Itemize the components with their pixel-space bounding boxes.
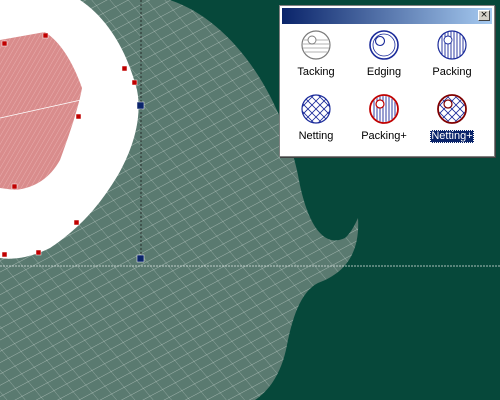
node (35, 249, 42, 256)
edging-icon (369, 30, 399, 60)
packing-plus-icon (369, 94, 399, 124)
tool-packing-plus[interactable]: Packing+ (351, 92, 417, 148)
node (42, 32, 49, 39)
selection-handle[interactable] (136, 254, 145, 263)
close-button[interactable]: × (478, 10, 490, 21)
node (131, 79, 138, 86)
tool-label: Packing+ (361, 130, 407, 142)
netting-plus-icon (437, 94, 467, 124)
tool-netting[interactable]: Netting (283, 92, 349, 148)
tool-label: Netting (298, 130, 334, 142)
tacking-icon (301, 30, 331, 60)
tool-edging[interactable]: Edging (351, 28, 417, 84)
node (73, 219, 80, 226)
node (121, 65, 128, 72)
tool-label: Netting+ (430, 130, 474, 143)
node (1, 251, 8, 258)
palette-titlebar[interactable]: × (282, 8, 492, 24)
node (75, 113, 82, 120)
packing-icon (437, 30, 467, 60)
tool-label: Packing (432, 66, 472, 78)
node (11, 183, 18, 190)
netting-icon (301, 94, 331, 124)
tool-netting-plus[interactable]: Netting+ (419, 92, 485, 148)
stitch-type-palette: × Tacking Edging Packing Netting Packing… (279, 5, 495, 157)
tool-label: Tacking (297, 66, 335, 78)
node (1, 40, 8, 47)
tool-packing[interactable]: Packing (419, 28, 485, 84)
selection-handle[interactable] (136, 101, 145, 110)
tool-tacking[interactable]: Tacking (283, 28, 349, 84)
tool-label: Edging (366, 66, 402, 78)
